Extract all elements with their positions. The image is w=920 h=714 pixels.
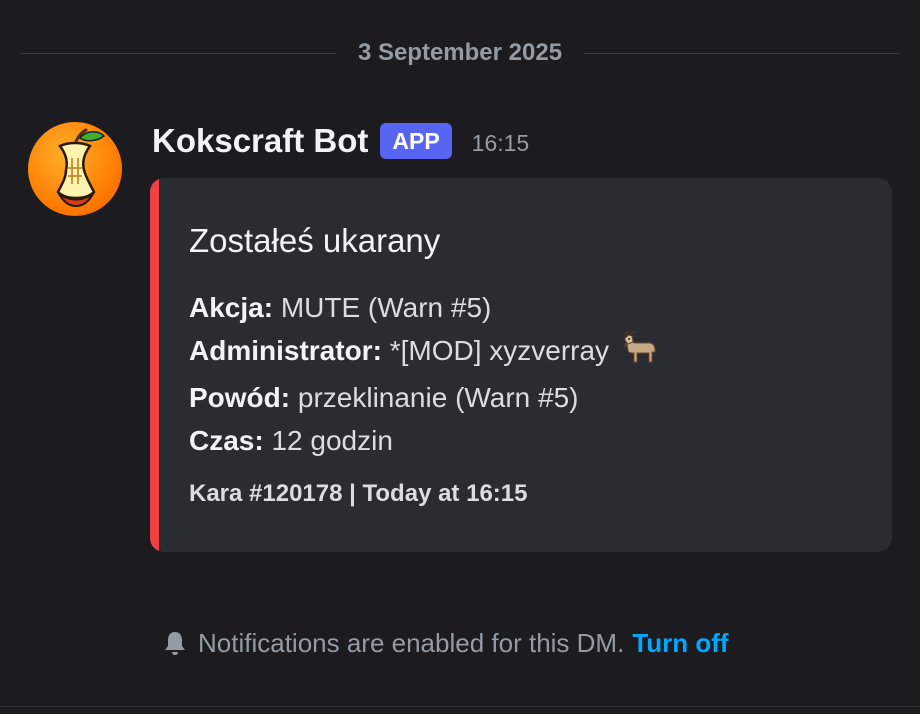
field-label: Administrator: xyxy=(189,335,382,366)
divider-line-left xyxy=(20,52,336,54)
message-header: Kokscraft Bot APP 16:15 xyxy=(152,118,529,164)
app-badge: APP xyxy=(380,123,452,159)
field-powod: Powód: przeklinanie (Warn #5) xyxy=(189,376,661,419)
notice-text: Notifications are enabled for this DM. xyxy=(198,627,625,658)
bottom-divider xyxy=(0,706,920,707)
field-label: Czas: xyxy=(189,425,264,456)
date-divider: 3 September 2025 xyxy=(20,36,900,70)
bell-icon xyxy=(164,630,186,656)
embed-footer: Kara #120178 | Today at 16:15 xyxy=(189,480,528,507)
field-value: *[MOD] xyzverray xyxy=(389,335,610,366)
dm-notification-notice: Notifications are enabled for this DM. T… xyxy=(164,624,729,662)
field-label: Akcja: xyxy=(189,292,274,323)
turn-off-link[interactable]: Turn off xyxy=(632,628,728,659)
field-administrator: Administrator: *[MOD] xyzverray xyxy=(189,329,661,376)
field-value: 12 godzin xyxy=(271,425,393,456)
embed-accent-bar xyxy=(150,178,159,552)
field-value: MUTE (Warn #5) xyxy=(280,292,492,323)
embed-fields: Akcja: MUTE (Warn #5) Administrator: *[M… xyxy=(189,286,661,462)
embed-card: Zostałeś ukarany Akcja: MUTE (Warn #5) A… xyxy=(150,178,892,552)
divider-date: 3 September 2025 xyxy=(357,39,563,66)
avatar[interactable] xyxy=(28,122,122,216)
field-value: przeklinanie (Warn #5) xyxy=(297,382,579,413)
author-name[interactable]: Kokscraft Bot xyxy=(152,122,368,160)
message-timestamp[interactable]: 16:15 xyxy=(472,126,530,157)
field-akcja: Akcja: MUTE (Warn #5) xyxy=(189,286,661,329)
goat-icon xyxy=(621,330,661,376)
embed-title: Zostałeś ukarany xyxy=(189,222,441,259)
field-label: Powód: xyxy=(189,382,291,413)
field-czas: Czas: 12 godzin xyxy=(189,419,661,462)
apple-core-icon xyxy=(56,128,106,208)
divider-line-right xyxy=(584,52,900,54)
